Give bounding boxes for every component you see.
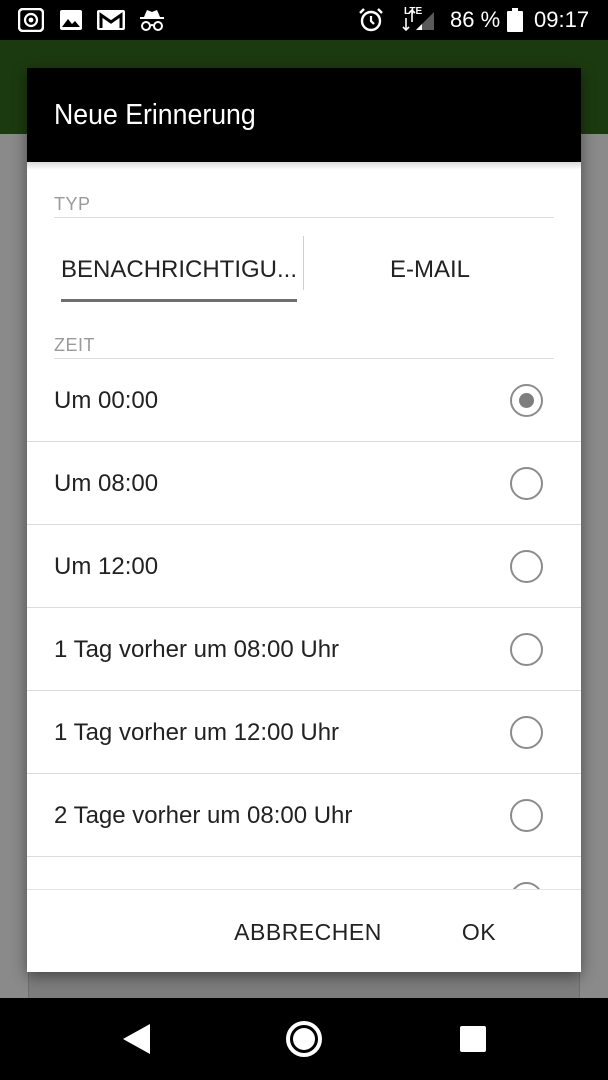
selected-tab-indicator — [61, 299, 297, 302]
time-option-label: 1 Tag vorher um 08:00 Uhr — [54, 635, 340, 663]
new-reminder-dialog: Neue Erinnerung TYP BENACHRICHTIGU... E-… — [27, 68, 581, 972]
header-shadow — [27, 162, 581, 170]
time-option-label: Um 12:00 — [54, 552, 159, 580]
tab-divider — [303, 236, 304, 290]
radio-button-selected[interactable] — [510, 384, 543, 417]
screen-record-icon — [18, 8, 44, 32]
dialog-header: Neue Erinnerung — [27, 68, 581, 162]
status-bar: LTE 86 % 09:17 — [0, 0, 608, 40]
back-icon[interactable] — [114, 1016, 160, 1062]
recents-icon[interactable] — [450, 1016, 496, 1062]
radio-button[interactable] — [510, 633, 543, 666]
time-option[interactable]: 1 Tag vorher um 12:00 Uhr — [27, 691, 581, 774]
ok-button[interactable]: OK — [449, 910, 509, 954]
time-option-label: 2 Tage vorher um 08:00 Uhr — [54, 801, 353, 829]
time-option[interactable]: Um 12:00 — [27, 525, 581, 608]
type-section-label: TYP — [54, 194, 91, 214]
app-card-dimmed — [28, 972, 580, 998]
tab-notification[interactable]: BENACHRICHTIGU... — [61, 236, 297, 304]
tab-email[interactable]: E-MAIL — [305, 236, 555, 304]
time-option[interactable]: 1 Tag vorher um 08:00 Uhr — [27, 608, 581, 691]
time-section-label: ZEIT — [54, 335, 95, 355]
radio-button[interactable] — [510, 799, 543, 832]
clock: 09:17 — [534, 7, 590, 32]
time-option[interactable]: Um 00:00 — [27, 359, 581, 442]
battery-icon — [507, 8, 523, 32]
radio-button[interactable] — [510, 882, 543, 889]
time-options-list[interactable]: Um 00:00 Um 08:00 Um 12:00 1 Tag vorher … — [27, 359, 581, 889]
time-option-label: 1 Tag vorher um 12:00 Uhr — [54, 718, 340, 746]
alarm-icon — [359, 8, 383, 32]
time-option-label: Um 00:00 — [54, 386, 159, 414]
time-option-label: Um 08:00 — [54, 469, 159, 497]
time-option-partial[interactable] — [27, 857, 581, 889]
type-section-divider — [54, 217, 554, 218]
home-icon[interactable] — [281, 1016, 327, 1062]
radio-button[interactable] — [510, 550, 543, 583]
cancel-button[interactable]: ABBRECHEN — [223, 910, 393, 954]
time-option[interactable]: 2 Tage vorher um 08:00 Uhr — [27, 774, 581, 857]
signal-icon — [402, 8, 434, 32]
incognito-icon — [140, 10, 164, 31]
radio-button[interactable] — [510, 716, 543, 749]
gmail-icon — [97, 10, 125, 30]
battery-percent: 86 % — [450, 7, 501, 32]
radio-button[interactable] — [510, 467, 543, 500]
dialog-title: Neue Erinnerung — [54, 99, 256, 131]
image-icon — [60, 10, 82, 30]
footer-divider — [27, 889, 581, 890]
navigation-bar — [0, 998, 608, 1080]
time-option[interactable]: Um 08:00 — [27, 442, 581, 525]
